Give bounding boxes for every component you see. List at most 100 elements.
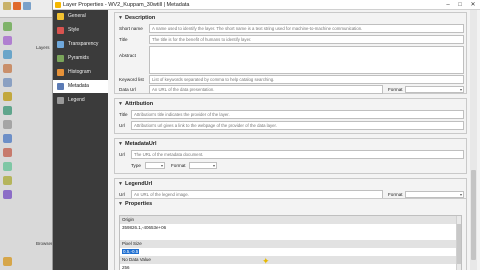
- scroll-thumb[interactable]: [457, 224, 461, 264]
- qgis-toolbar: [0, 0, 52, 18]
- group-title: Properties: [125, 200, 153, 207]
- save-project-icon[interactable]: [13, 2, 21, 10]
- nav-item-histogram[interactable]: Histogram: [53, 66, 108, 79]
- add-wms-icon[interactable]: [3, 50, 12, 59]
- data-url-format-select[interactable]: ▾: [405, 86, 464, 93]
- nav-item-metadata[interactable]: Metadata: [53, 80, 108, 93]
- metadata-type-label: Type: [131, 163, 141, 168]
- browser-panel-label: Browser: [36, 241, 53, 246]
- page-scroll-thumb[interactable]: [471, 170, 476, 260]
- title-bar[interactable]: Layer Properties - WV2_Kuppam_30wtill | …: [53, 0, 480, 10]
- nav-item-legend[interactable]: Legend: [53, 94, 108, 107]
- add-postgis-icon[interactable]: [3, 106, 12, 115]
- attribution-header[interactable]: ▼ Attribution: [115, 99, 466, 108]
- general-icon: [57, 13, 64, 20]
- chevron-down-icon: ▾: [160, 163, 163, 168]
- attribution-url-label: Url: [119, 123, 125, 128]
- add-mssql-icon[interactable]: [3, 120, 12, 129]
- add-raster-icon[interactable]: [3, 36, 12, 45]
- abstract-label: Abstract: [119, 53, 136, 58]
- nav-item-label: Legend: [68, 97, 85, 103]
- group-title: MetadataUrl: [125, 140, 157, 147]
- legendurl-header[interactable]: ▼ LegendUrl: [115, 179, 466, 188]
- group-title: Description: [125, 14, 156, 21]
- pan-icon[interactable]: [23, 2, 31, 10]
- metadata-format-label: Format: [171, 163, 186, 168]
- add-csv-icon[interactable]: [3, 78, 12, 87]
- keyword-list-field[interactable]: List of keywords separated by comma to h…: [149, 75, 464, 84]
- metadataurl-header[interactable]: ▼ MetadataUrl: [115, 139, 466, 148]
- histogram-icon: [57, 69, 64, 76]
- nav-item-transparency[interactable]: Transparency: [53, 38, 108, 51]
- qgis-main-window: Layers Browser: [0, 0, 53, 270]
- selected-text[interactable]: 0.5,-0.5: [122, 249, 140, 254]
- legend-url-label: Url: [119, 192, 125, 197]
- attribution-group: ▼ Attribution Title Attribution's title …: [114, 98, 467, 134]
- property-value-origin[interactable]: 359826.1,-40653e+06: [120, 224, 461, 232]
- mouse-cursor-icon: ✦: [262, 256, 270, 266]
- property-header-origin: Origin: [120, 216, 461, 224]
- add-wfs-icon[interactable]: [3, 148, 12, 157]
- collapse-chevron-icon[interactable]: ▼: [118, 15, 123, 21]
- metadata-page: ▼ Description Short name A name used to …: [110, 10, 469, 270]
- nav-item-label: Style: [68, 27, 80, 33]
- attribution-title-label: Title: [119, 112, 128, 117]
- add-spatialite-icon[interactable]: [3, 92, 12, 101]
- open-project-icon[interactable]: [3, 2, 11, 10]
- browser-home-icon[interactable]: [3, 257, 12, 266]
- legend-format-label: Format: [388, 192, 403, 197]
- data-url-label: Data Url: [119, 87, 136, 92]
- add-delimited-icon[interactable]: [3, 64, 12, 73]
- collapse-chevron-icon[interactable]: ▼: [118, 181, 123, 187]
- collapse-chevron-icon[interactable]: ▼: [118, 201, 123, 207]
- title-field[interactable]: The title is for the benefit of humans t…: [149, 35, 464, 44]
- metadata-url-label: Url: [119, 152, 125, 157]
- legend-icon: [57, 97, 64, 104]
- description-header[interactable]: ▼ Description: [115, 13, 466, 22]
- close-button[interactable]: ✕: [468, 1, 478, 9]
- metadata-type-select[interactable]: ▾: [145, 162, 165, 169]
- short-name-field[interactable]: A name used to identify the layer. The s…: [149, 24, 464, 33]
- description-group: ▼ Description Short name A name used to …: [114, 12, 467, 94]
- window-title: Layer Properties - WV2_Kuppam_30wtill | …: [63, 1, 190, 8]
- add-vector-icon[interactable]: [3, 22, 12, 31]
- group-title: Attribution: [125, 100, 154, 107]
- properties-list[interactable]: Origin 359826.1,-40653e+06 Pixel Size 0.…: [119, 215, 462, 270]
- metadata-format-select[interactable]: ▾: [189, 162, 217, 169]
- new-layer-icon[interactable]: [3, 190, 12, 199]
- legend-format-select[interactable]: ▾: [405, 191, 464, 198]
- properties-nav-list: General Style Transparency Pyramids Hist…: [53, 10, 108, 270]
- short-name-label: Short name: [119, 26, 143, 31]
- attribution-title-field[interactable]: Attribution's title indicates the provid…: [131, 110, 464, 119]
- nav-item-label: Pyramids: [68, 55, 89, 61]
- chevron-down-icon: ▾: [459, 87, 462, 92]
- property-value-pixel-size[interactable]: 0.5,-0.5: [120, 248, 461, 256]
- collapse-chevron-icon[interactable]: ▼: [118, 141, 123, 147]
- attribution-url-field[interactable]: Attribution's url gives a link to the we…: [131, 121, 464, 130]
- add-virtual-layer-icon[interactable]: [3, 176, 12, 185]
- properties-header[interactable]: ▼ Properties: [115, 199, 466, 208]
- maximize-button[interactable]: □: [455, 1, 465, 9]
- property-header-no-data: No Data Value: [120, 256, 461, 264]
- pyramids-icon: [57, 55, 64, 62]
- properties-scrollbar[interactable]: [456, 216, 461, 270]
- page-scrollbar[interactable]: [470, 10, 477, 270]
- data-url-field[interactable]: An URL of the data presentation.: [149, 85, 383, 94]
- add-oracle-icon[interactable]: [3, 134, 12, 143]
- nav-item-general[interactable]: General: [53, 10, 108, 23]
- nav-item-pyramids[interactable]: Pyramids: [53, 52, 108, 65]
- abstract-field[interactable]: [149, 46, 464, 74]
- qgis-app-icon: [55, 2, 61, 8]
- properties-group: ▼ Properties Origin 359826.1,-40653e+06 …: [114, 198, 467, 270]
- metadataurl-group: ▼ MetadataUrl Url The URL of the metadat…: [114, 138, 467, 174]
- nav-item-label: Transparency: [68, 41, 99, 47]
- transparency-icon: [57, 41, 64, 48]
- minimize-button[interactable]: –: [443, 1, 453, 9]
- nav-item-style[interactable]: Style: [53, 24, 108, 37]
- metadata-url-field[interactable]: The URL of the metadata document.: [131, 150, 464, 159]
- add-wcs-icon[interactable]: [3, 162, 12, 171]
- style-icon: [57, 27, 64, 34]
- metadata-icon: [57, 83, 64, 90]
- property-value-no-data[interactable]: 256: [120, 264, 461, 270]
- collapse-chevron-icon[interactable]: ▼: [118, 101, 123, 107]
